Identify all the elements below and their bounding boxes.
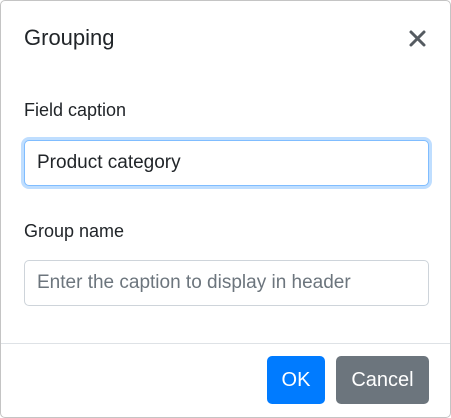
ok-button[interactable]: OK bbox=[267, 356, 325, 404]
dialog-header: Grouping bbox=[1, 1, 450, 75]
group-name-label: Group name bbox=[24, 221, 125, 241]
cancel-button[interactable]: Cancel bbox=[336, 356, 429, 404]
group-name-input[interactable] bbox=[24, 260, 429, 306]
grouping-dialog: Grouping Field caption Group name OK Can… bbox=[0, 0, 451, 418]
close-button[interactable] bbox=[406, 27, 430, 51]
dialog-title: Grouping bbox=[24, 25, 115, 50]
field-caption-input[interactable] bbox=[24, 140, 429, 186]
field-caption-label: Field caption bbox=[24, 100, 127, 120]
footer-divider bbox=[1, 343, 450, 344]
close-icon bbox=[406, 27, 430, 51]
